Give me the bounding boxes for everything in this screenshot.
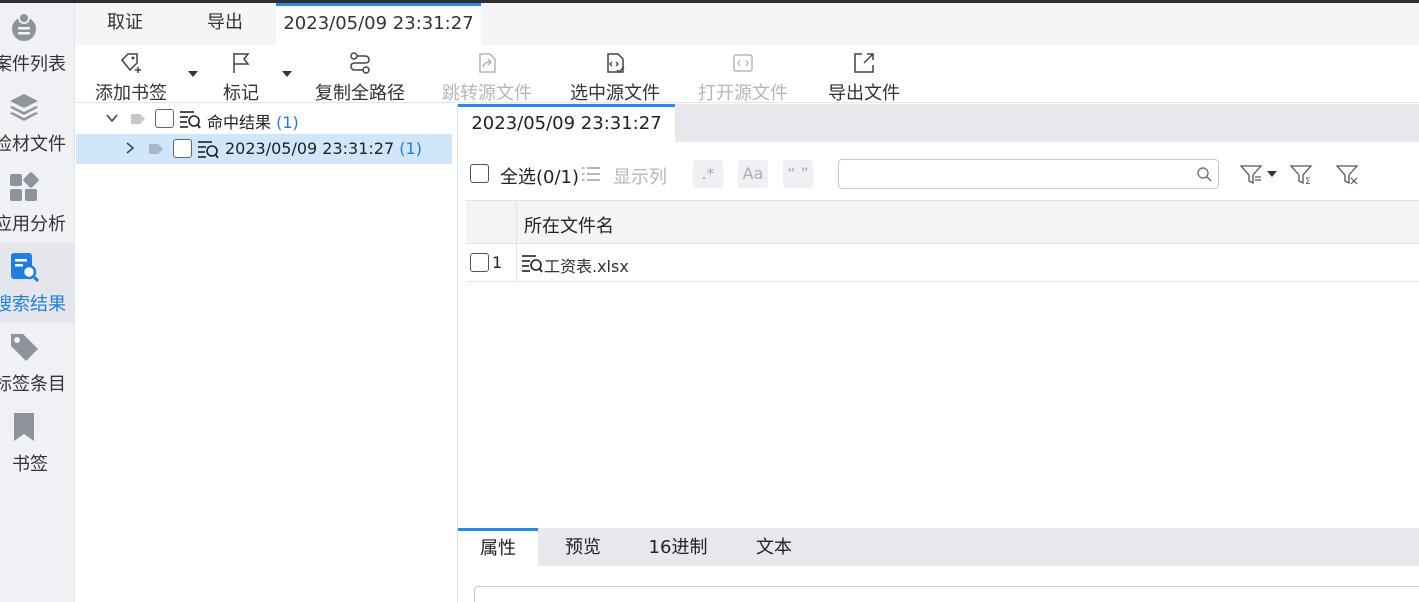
tree-session-text: 2023/05/09 23:31:27 (1)	[225, 139, 422, 158]
properties-panel	[474, 586, 1419, 602]
main-panel: 2023/05/09 23:31:27 全选(0/1) 显示列 .* Aa “ …	[458, 104, 1419, 602]
nav-item-app-analysis[interactable]: 应用分析	[0, 163, 75, 243]
tag-marker-icon	[149, 144, 163, 154]
apps-grid-icon	[10, 172, 39, 201]
nav-item-tag-entries[interactable]: 标签条目	[0, 323, 75, 403]
jump-to-source-button[interactable]: 跳转源文件	[442, 51, 532, 104]
nav-label: 检材文件	[0, 134, 66, 155]
nav-label: 案件列表	[0, 54, 66, 75]
tree-node-root[interactable]: 命中结果 (1)	[75, 104, 458, 134]
chevron-down-icon[interactable]	[106, 112, 118, 124]
path-icon	[350, 52, 370, 74]
filter-bar: 全选(0/1) 显示列 .* Aa “ ” Σ	[458, 142, 1419, 200]
chevron-right-icon[interactable]	[124, 142, 136, 154]
search-doc-icon	[180, 111, 201, 129]
select-source-label: 选中源文件	[570, 83, 660, 104]
search-result-icon	[11, 253, 40, 283]
open-source-label: 打开源文件	[698, 83, 788, 104]
match-case-button[interactable]: Aa	[738, 160, 768, 188]
open-file-icon	[733, 54, 753, 72]
tree-session-checkbox[interactable]	[173, 139, 192, 158]
whole-word-button[interactable]: “ ”	[783, 160, 813, 188]
add-bookmark-button[interactable]: 添加书签	[93, 51, 169, 104]
mark-label: 标记	[223, 83, 259, 104]
tab-export[interactable]: 导出	[175, 3, 275, 45]
result-tab-bar: 2023/05/09 23:31:27	[458, 104, 1419, 142]
svg-text:Σ: Σ	[1305, 177, 1311, 185]
nav-item-bookmarks[interactable]: 书签	[0, 403, 75, 483]
add-bookmark-label: 添加书签	[95, 83, 167, 104]
table-row[interactable]: 1 工资表.xlsx	[466, 244, 1419, 282]
tag-add-icon	[120, 53, 141, 73]
nav-label: 搜索结果	[0, 294, 66, 315]
code-file-icon	[607, 53, 625, 74]
column-divider	[516, 201, 517, 243]
copy-full-path-label: 复制全路径	[315, 83, 405, 104]
tag-icon	[11, 334, 38, 361]
jump-file-icon	[479, 53, 496, 73]
tree-session-label: 2023/05/09 23:31:27	[225, 139, 395, 158]
select-all-label[interactable]: 全选(0/1)	[500, 163, 579, 189]
tab-hex[interactable]: 16进制	[636, 528, 720, 566]
select-all-checkbox[interactable]	[470, 164, 489, 183]
top-tab-bar: 取证 导出 2023/05/09 23:31:27	[75, 3, 1419, 45]
nav-label: 标签条目	[0, 374, 66, 395]
row-checkbox[interactable]	[470, 253, 489, 272]
tab-result-session[interactable]: 2023/05/09 23:31:27	[458, 104, 675, 142]
nav-label: 应用分析	[0, 214, 66, 235]
show-columns-button[interactable]: 显示列	[613, 163, 667, 189]
export-file-button[interactable]: 导出文件	[826, 51, 902, 104]
mark-dropdown[interactable]	[282, 71, 292, 77]
nav-label: 书签	[12, 454, 48, 475]
mark-button[interactable]: 标记	[221, 51, 261, 104]
layers-icon	[10, 94, 38, 121]
tree-root-count: (1)	[276, 113, 299, 132]
toolbar: 添加书签 标记 复制全路径 跳转源文件 选中源文件 打开源文件 导出文件	[75, 45, 1419, 104]
detail-tab-bar: 属性 预览 16进制 文本	[458, 528, 1419, 566]
search-icon[interactable]	[1197, 167, 1212, 182]
case-list-icon	[12, 12, 36, 41]
result-tree: 命中结果 (1) 2023/05/09 23:31:27 (1)	[75, 104, 458, 602]
tree-root-label: 命中结果	[207, 113, 272, 132]
search-doc-icon	[198, 141, 219, 159]
export-icon	[854, 53, 874, 73]
list-columns-icon	[582, 167, 600, 181]
tab-search-session[interactable]: 2023/05/09 23:31:27	[276, 3, 481, 45]
search-doc-icon	[522, 255, 543, 273]
jump-to-source-label: 跳转源文件	[442, 83, 532, 104]
nav-item-search-results[interactable]: 搜索结果	[0, 243, 75, 323]
filter-sum-icon[interactable]: Σ	[1290, 165, 1314, 185]
tree-root-text: 命中结果 (1)	[207, 109, 299, 133]
column-header-filename[interactable]: 所在文件名	[524, 212, 614, 238]
export-file-label: 导出文件	[828, 83, 900, 104]
row-index: 1	[492, 253, 503, 272]
filter-dropdown-icon[interactable]	[1240, 165, 1278, 185]
left-nav: 案件列表 检材文件 应用分析 搜索结果 标签条目 书签	[0, 3, 75, 602]
search-input[interactable]	[838, 159, 1219, 189]
nav-item-case-list[interactable]: 案件列表	[0, 3, 75, 83]
column-divider	[516, 244, 517, 281]
add-bookmark-dropdown[interactable]	[188, 71, 198, 77]
filter-clear-icon[interactable]	[1336, 165, 1360, 185]
tree-root-checkbox[interactable]	[155, 109, 174, 128]
tab-text[interactable]: 文本	[734, 528, 814, 566]
nav-item-evidence-files[interactable]: 检材文件	[0, 83, 75, 163]
tree-session-count: (1)	[399, 139, 422, 158]
row-filename: 工资表.xlsx	[544, 257, 629, 276]
flag-icon	[233, 53, 250, 73]
regex-toggle-button[interactable]: .*	[693, 160, 723, 188]
open-source-button[interactable]: 打开源文件	[698, 51, 788, 104]
tab-forensics[interactable]: 取证	[75, 3, 175, 45]
tab-preview[interactable]: 预览	[543, 528, 623, 566]
tree-node-session[interactable]: 2023/05/09 23:31:27 (1)	[76, 134, 452, 164]
bookmark-icon	[14, 413, 34, 441]
tag-marker-icon	[131, 114, 145, 124]
select-source-button[interactable]: 选中源文件	[570, 51, 660, 104]
grid-header: 所在文件名	[466, 200, 1419, 244]
tab-properties[interactable]: 属性	[458, 528, 538, 566]
copy-full-path-button[interactable]: 复制全路径	[315, 51, 405, 104]
